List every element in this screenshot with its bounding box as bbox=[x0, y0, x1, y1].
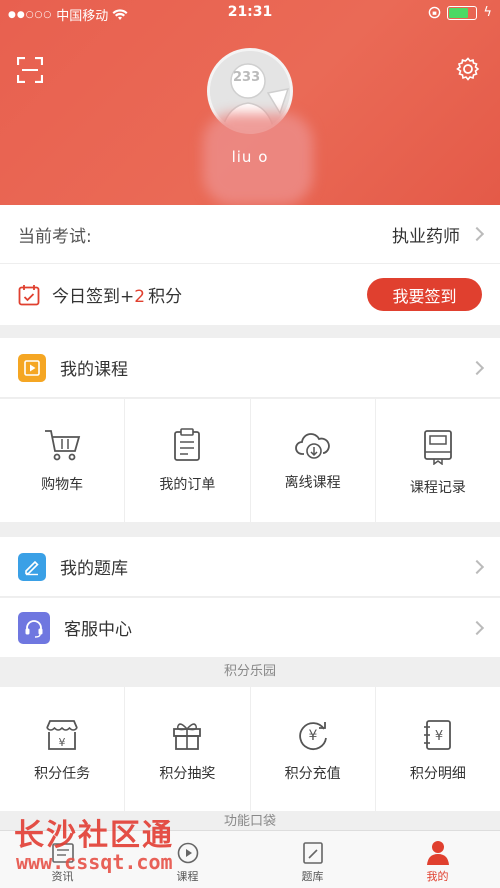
question-bank-icon bbox=[302, 842, 323, 864]
tab-course-label: 课程 bbox=[176, 870, 199, 883]
shop-icon: ¥ bbox=[46, 720, 78, 750]
cart-label: 购物车 bbox=[41, 477, 84, 493]
course-grid: 购物车 我的订单 离线课程 课程记录 bbox=[0, 399, 500, 522]
chevron-right-icon bbox=[469, 620, 485, 635]
cart-icon bbox=[45, 430, 81, 461]
watermark-url: www.cssqt.com bbox=[16, 850, 173, 874]
tab-question-bank[interactable]: 题库 bbox=[250, 831, 375, 888]
chevron-right-icon bbox=[469, 559, 485, 574]
watermark-text: 长沙社区通 bbox=[14, 818, 174, 853]
order-icon bbox=[174, 428, 201, 461]
current-exam-label: 当前考试: bbox=[18, 226, 92, 247]
avatar-text: 233 bbox=[233, 70, 261, 85]
rotation-lock-icon bbox=[429, 6, 441, 19]
points-grid: ¥ 积分任务 积分抽奖 ¥ 积分充值 ¥ 积分明细 bbox=[0, 687, 500, 811]
course-record-button[interactable]: 课程记录 bbox=[376, 399, 500, 522]
settings-gear-icon[interactable] bbox=[456, 57, 480, 81]
points-lottery-label: 积分抽奖 bbox=[159, 766, 216, 782]
calendar-check-icon bbox=[18, 284, 40, 305]
orders-label: 我的订单 bbox=[159, 477, 216, 493]
points-recharge-label: 积分充值 bbox=[284, 766, 341, 782]
tab-question-bank-label: 题库 bbox=[301, 870, 324, 883]
cloud-download-icon bbox=[294, 433, 330, 459]
username: liu o bbox=[231, 148, 269, 166]
course-video-icon bbox=[18, 353, 46, 382]
svg-text:¥: ¥ bbox=[308, 728, 317, 744]
my-courses-row[interactable]: 我的课程 bbox=[0, 338, 500, 398]
gift-icon bbox=[173, 723, 202, 750]
points-detail-label: 积分明细 bbox=[409, 766, 466, 782]
checkin-row: 今日签到+2 积分 我要签到 bbox=[0, 264, 500, 325]
record-icon bbox=[423, 430, 452, 465]
status-time: 21:31 bbox=[227, 4, 273, 20]
points-lottery-button[interactable]: 积分抽奖 bbox=[125, 687, 251, 811]
checkin-button[interactable]: 我要签到 bbox=[367, 278, 482, 311]
course-record-label: 课程记录 bbox=[409, 480, 466, 496]
me-icon bbox=[426, 841, 449, 865]
orders-button[interactable]: 我的订单 bbox=[125, 399, 251, 522]
cart-button[interactable]: 购物车 bbox=[0, 399, 126, 522]
my-question-bank-label: 我的题库 bbox=[60, 559, 128, 579]
my-courses-label: 我的课程 bbox=[60, 360, 128, 380]
status-bar: ●●○○○ 中国移动 21:31 ϟ bbox=[0, 0, 500, 26]
checkin-text: 今日签到+2 积分 bbox=[52, 287, 183, 307]
points-recharge-button[interactable]: ¥ 积分充值 bbox=[251, 687, 376, 811]
points-task-label: 积分任务 bbox=[34, 766, 91, 782]
current-exam-row[interactable]: 当前考试: 执业药师 bbox=[0, 205, 500, 264]
current-exam-value: 执业药师 bbox=[392, 226, 460, 247]
course-icon bbox=[177, 842, 198, 864]
chevron-right-icon bbox=[469, 360, 485, 375]
offline-courses-button[interactable]: 离线课程 bbox=[251, 399, 376, 522]
points-detail-button[interactable]: ¥ 积分明细 bbox=[376, 687, 500, 811]
yuan-refresh-icon: ¥ bbox=[298, 722, 327, 750]
svg-text:¥: ¥ bbox=[59, 736, 66, 749]
battery-icon bbox=[447, 5, 478, 20]
tab-me[interactable]: 我的 bbox=[375, 831, 500, 888]
points-park-heading: 积分乐园 bbox=[0, 657, 500, 687]
my-question-bank-row[interactable]: 我的题库 bbox=[0, 537, 500, 597]
points-task-button[interactable]: ¥ 积分任务 bbox=[0, 687, 126, 811]
svg-text:¥: ¥ bbox=[435, 729, 443, 744]
edit-pen-icon bbox=[18, 552, 46, 581]
charging-icon: ϟ bbox=[483, 5, 492, 20]
customer-service-row[interactable]: 客服中心 bbox=[0, 598, 500, 657]
ledger-icon: ¥ bbox=[423, 720, 451, 750]
tab-me-label: 我的 bbox=[426, 870, 449, 883]
customer-service-label: 客服中心 bbox=[64, 620, 132, 640]
headset-icon bbox=[18, 611, 50, 644]
offline-courses-label: 离线课程 bbox=[284, 475, 341, 491]
chevron-right-icon bbox=[469, 226, 485, 242]
scan-icon[interactable] bbox=[17, 57, 43, 83]
